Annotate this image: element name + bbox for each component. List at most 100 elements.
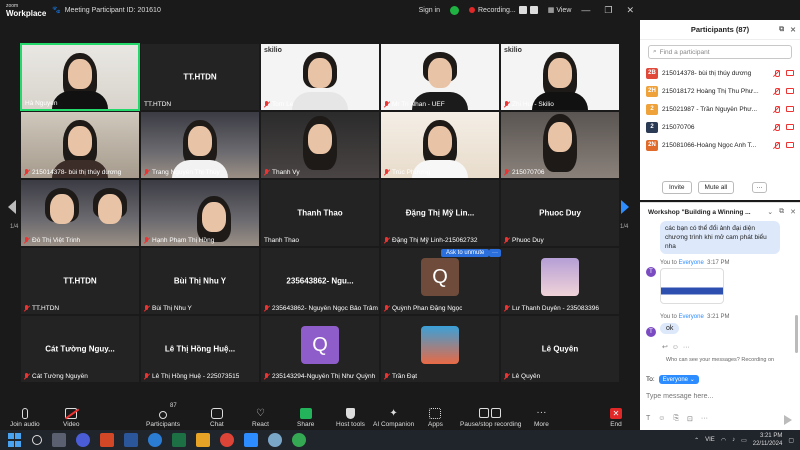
- notification-icon[interactable]: ▢: [788, 437, 794, 444]
- video-tile[interactable]: TT.HTDN TT.HTDN: [20, 247, 140, 315]
- chevron-down-icon[interactable]: ⌄: [767, 208, 773, 216]
- word-icon[interactable]: [124, 433, 138, 447]
- end-meeting-button[interactable]: ✕ End: [610, 402, 622, 428]
- mic-muted-icon[interactable]: [773, 123, 780, 131]
- mute-all-button[interactable]: Mute all: [697, 181, 735, 194]
- participants-button[interactable]: 87 Participants: [146, 402, 180, 428]
- participant-row[interactable]: 2 215070706: [646, 118, 794, 136]
- video-tile[interactable]: Cát Tường Nguy... Cát Tường Nguyễn: [20, 315, 140, 383]
- stop-recording-icon[interactable]: [529, 6, 538, 14]
- video-tile[interactable]: Q Quỳnh Phan Đặng Ngọc: [380, 247, 500, 315]
- video-tile[interactable]: Trúc Phương: [380, 111, 500, 179]
- recording-indicator[interactable]: Recording...: [469, 6, 538, 14]
- clock[interactable]: 3:21 PM 22/11/2024: [753, 432, 783, 448]
- minimize-icon[interactable]: —: [581, 5, 590, 16]
- close-icon[interactable]: ✕: [626, 5, 634, 16]
- video-off-icon[interactable]: [786, 105, 794, 112]
- more-dots-icon[interactable]: ···: [683, 344, 690, 351]
- message-actions[interactable]: ↩ ☺ ···: [662, 343, 690, 351]
- screenshot-icon[interactable]: ⊡: [687, 415, 693, 423]
- video-tile[interactable]: 215070706: [500, 111, 620, 179]
- participant-row[interactable]: 2B 215014378- bùi thị thúy dương: [646, 64, 794, 82]
- volume-icon[interactable]: ♪: [732, 437, 735, 443]
- apps-button[interactable]: Apps: [428, 402, 443, 428]
- tile-more-button[interactable]: ···: [489, 249, 501, 257]
- edge-icon[interactable]: [148, 433, 162, 447]
- excel-icon[interactable]: [172, 433, 186, 447]
- next-page-arrow-icon[interactable]: [621, 200, 631, 216]
- video-tile[interactable]: 215014378- bùi thị thúy dương: [20, 111, 140, 179]
- video-tile[interactable]: Trần Đạt: [380, 315, 500, 383]
- video-tile[interactable]: Thanh Thao Thanh Thao: [260, 179, 380, 247]
- video-tile[interactable]: Hạnh Phạm Thị Hồng: [140, 179, 260, 247]
- chat-button[interactable]: Chat: [210, 402, 224, 428]
- video-off-icon[interactable]: [786, 123, 794, 130]
- app-icon[interactable]: [268, 433, 282, 447]
- close-panel-icon[interactable]: ✕: [790, 26, 796, 34]
- chat-image-attachment[interactable]: [660, 268, 724, 304]
- sign-in-link[interactable]: Sign in: [419, 7, 440, 14]
- video-tile[interactable]: Q 235143294-Nguyễn Thị Như Quỳnh: [260, 315, 380, 383]
- video-tile[interactable]: Đỗ Thị Việt Trinh: [20, 179, 140, 247]
- recipient-dropdown[interactable]: Everyone ⌄: [658, 375, 699, 384]
- share-button[interactable]: Share: [297, 402, 314, 428]
- participants-more-button[interactable]: ···: [752, 182, 767, 193]
- video-tile[interactable]: Trang Nguyễn Thị Thùy: [140, 111, 260, 179]
- react-button[interactable]: ♡ React: [252, 402, 269, 428]
- video-off-icon[interactable]: [786, 87, 794, 94]
- video-tile[interactable]: 235643862- Ngu... 235643862- Nguyễn Ngọc…: [260, 247, 380, 315]
- mic-muted-icon[interactable]: [773, 69, 780, 77]
- video-tile[interactable]: Thanh Vy: [260, 111, 380, 179]
- zoom-app-icon[interactable]: [244, 433, 258, 447]
- browser-icon[interactable]: [76, 433, 90, 447]
- popout-icon[interactable]: ⧉: [779, 26, 784, 34]
- join-audio-button[interactable]: Join audio: [10, 402, 40, 428]
- search-icon[interactable]: [32, 435, 42, 445]
- task-view-icon[interactable]: [52, 433, 66, 447]
- invite-button[interactable]: Invite: [662, 181, 692, 194]
- powerpoint-icon[interactable]: [100, 433, 114, 447]
- close-panel-icon[interactable]: ✕: [790, 208, 796, 216]
- video-tile[interactable]: Hà Nguyen: [20, 43, 140, 111]
- mic-muted-icon[interactable]: [773, 141, 780, 149]
- ask-to-unmute-button[interactable]: Ask to unmute: [441, 249, 490, 257]
- video-tile[interactable]: skilio Zhi Hui - Skilio: [500, 43, 620, 111]
- popout-icon[interactable]: ⧉: [779, 208, 784, 216]
- windows-start-icon[interactable]: [8, 433, 22, 447]
- participant-row[interactable]: 2N 215081066-Hoàng Ngọc Anh T...: [646, 136, 794, 154]
- video-tile[interactable]: Phuoc Duy Phuoc Duy: [500, 179, 620, 247]
- video-off-icon[interactable]: [786, 141, 794, 148]
- pause-stop-recording-button[interactable]: Pause/stop recording: [460, 402, 521, 428]
- participant-row[interactable]: 2 215021987 - Trần Nguyễn Phư...: [646, 100, 794, 118]
- participant-search-input[interactable]: ⌕ Find a participant: [648, 45, 792, 59]
- battery-icon[interactable]: ▭: [741, 437, 747, 444]
- video-off-icon[interactable]: [786, 69, 794, 76]
- video-button[interactable]: Video: [63, 402, 80, 428]
- pause-recording-icon[interactable]: [518, 6, 527, 14]
- chrome-icon[interactable]: [292, 433, 306, 447]
- file-explorer-icon[interactable]: [196, 433, 210, 447]
- maximize-icon[interactable]: ❐: [604, 5, 612, 16]
- emoji-icon[interactable]: ☺: [658, 415, 665, 423]
- video-tile[interactable]: Lê Quyên Lê Quyên: [500, 315, 620, 383]
- mic-muted-icon[interactable]: [773, 87, 780, 95]
- video-tile[interactable]: Lư Thanh Duyên - 235083396: [500, 247, 620, 315]
- chevron-up-icon[interactable]: ⌃: [694, 437, 699, 444]
- participant-row[interactable]: 2H 215018172 Hoàng Thị Thu Phư...: [646, 82, 794, 100]
- emoji-icon[interactable]: ☺: [672, 344, 679, 351]
- ai-companion-button[interactable]: ✦ AI Companion: [373, 402, 414, 428]
- attach-file-icon[interactable]: ⎘: [673, 415, 679, 423]
- reply-icon[interactable]: ↩: [662, 344, 668, 351]
- message-visibility-notice[interactable]: Who can see your messages? Recording on: [640, 357, 800, 363]
- video-tile[interactable]: Lê Thị Hồng Huệ... Lê Thị Hồng Huệ - 225…: [140, 315, 260, 383]
- format-icon[interactable]: T: [646, 415, 650, 423]
- more-dots-icon[interactable]: ···: [701, 415, 708, 423]
- video-tile[interactable]: skilio Tom Le: [260, 43, 380, 111]
- video-tile[interactable]: Đặng Thị Mỹ Lin... Đặng Thị Mỹ Linh-2150…: [380, 179, 500, 247]
- more-button[interactable]: ··· More: [534, 402, 549, 429]
- security-shield-icon[interactable]: [450, 5, 459, 15]
- previous-page-arrow-icon[interactable]: [8, 200, 18, 216]
- host-tools-button[interactable]: Host tools: [336, 402, 365, 428]
- video-tile[interactable]: Bùi Thị Nhu Y Bùi Thị Nhu Y: [140, 247, 260, 315]
- wifi-icon[interactable]: ◠: [721, 437, 726, 444]
